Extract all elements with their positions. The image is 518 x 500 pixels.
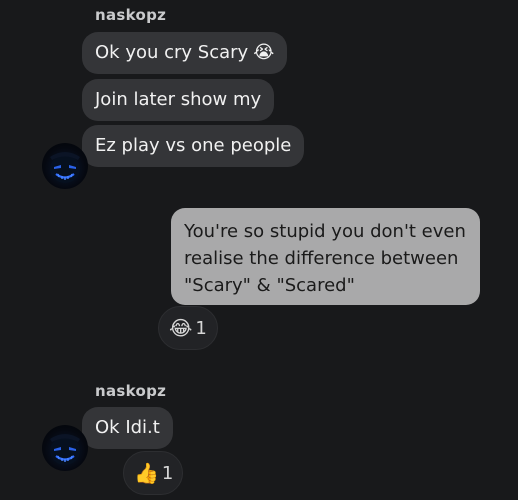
thumbs-up-emoji-icon: 👍: [134, 461, 159, 485]
reaction-badge[interactable]: 😂 1: [158, 306, 218, 350]
chat-screen: naskopz Ok you cry Scary 😭 Join later sh…: [0, 0, 518, 500]
reaction-count: 1: [161, 462, 174, 484]
reaction-badge[interactable]: 👍 1: [123, 451, 183, 495]
message-text: Ez play vs one people: [95, 135, 292, 156]
reaction-count: 1: [195, 317, 207, 339]
crying-face-emoji-icon: 😭: [253, 42, 275, 63]
message-bubble[interactable]: Join later show my: [82, 79, 275, 121]
message-bubble[interactable]: Ok you cry Scary 😭: [82, 32, 288, 74]
masked-face-icon: [50, 152, 80, 183]
message-text: You're so stupid you don't even realise …: [184, 221, 466, 296]
outgoing-message-bubble[interactable]: You're so stupid you don't even realise …: [171, 208, 480, 305]
message-bubble[interactable]: Ok Idi.t: [82, 407, 173, 449]
message-text: Join later show my: [95, 89, 262, 110]
sender-name: naskopz: [95, 382, 167, 400]
message-text: Ok you cry Scary: [95, 42, 249, 63]
masked-face-icon: [50, 434, 80, 465]
sender-name: naskopz: [95, 6, 167, 24]
message-text: Ok Idi.t: [95, 417, 160, 438]
avatar[interactable]: [42, 425, 88, 471]
avatar[interactable]: [42, 143, 88, 189]
laughing-tears-emoji-icon: 😂: [169, 316, 193, 340]
message-bubble[interactable]: Ez play vs one people: [82, 125, 305, 167]
